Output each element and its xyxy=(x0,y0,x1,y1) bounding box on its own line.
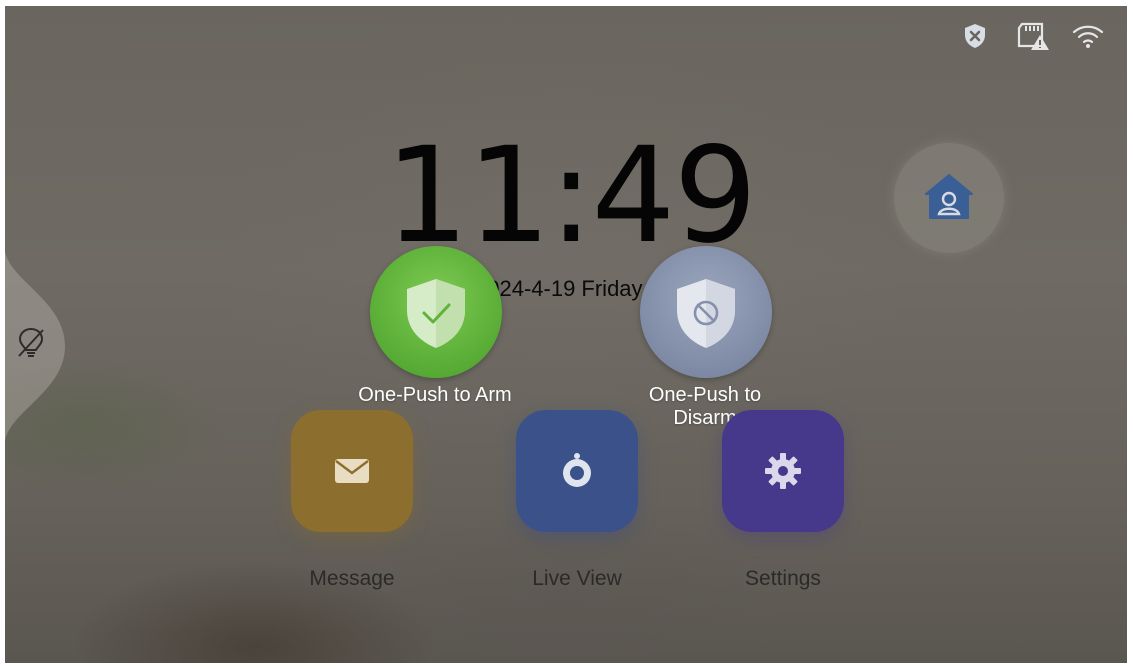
arm-label: One-Push to Arm xyxy=(358,384,512,406)
indoor-station-home-screen: 11:49 2024-4-19 Friday One-Push to Arm O… xyxy=(5,6,1127,663)
message-app-button[interactable] xyxy=(291,410,413,532)
shield-check-icon xyxy=(407,279,465,348)
disarm-label-line1: One-Push to xyxy=(648,384,762,406)
home-user-icon xyxy=(925,174,973,219)
bulb-off-icon xyxy=(18,327,44,357)
wifi-icon[interactable] xyxy=(1071,22,1105,54)
one-push-arm-button[interactable] xyxy=(370,246,502,378)
live-view-app-button[interactable] xyxy=(516,410,638,532)
settings-app-button[interactable] xyxy=(722,410,844,532)
shield-disabled-icon xyxy=(677,279,735,348)
home-mode-button[interactable] xyxy=(894,143,1004,253)
shield-x-icon[interactable] xyxy=(962,22,988,54)
one-push-disarm-button[interactable] xyxy=(640,246,772,378)
side-drawer-tab[interactable] xyxy=(5,251,75,441)
live-view-label: Live View xyxy=(532,567,622,590)
clock-time: 11:49 xyxy=(385,119,757,273)
gear-icon xyxy=(765,453,801,489)
camera-icon xyxy=(563,453,591,487)
message-label: Message xyxy=(309,567,395,590)
settings-label: Settings xyxy=(745,567,821,590)
envelope-icon xyxy=(335,459,369,483)
sd-card-warning-icon[interactable] xyxy=(1016,22,1050,56)
